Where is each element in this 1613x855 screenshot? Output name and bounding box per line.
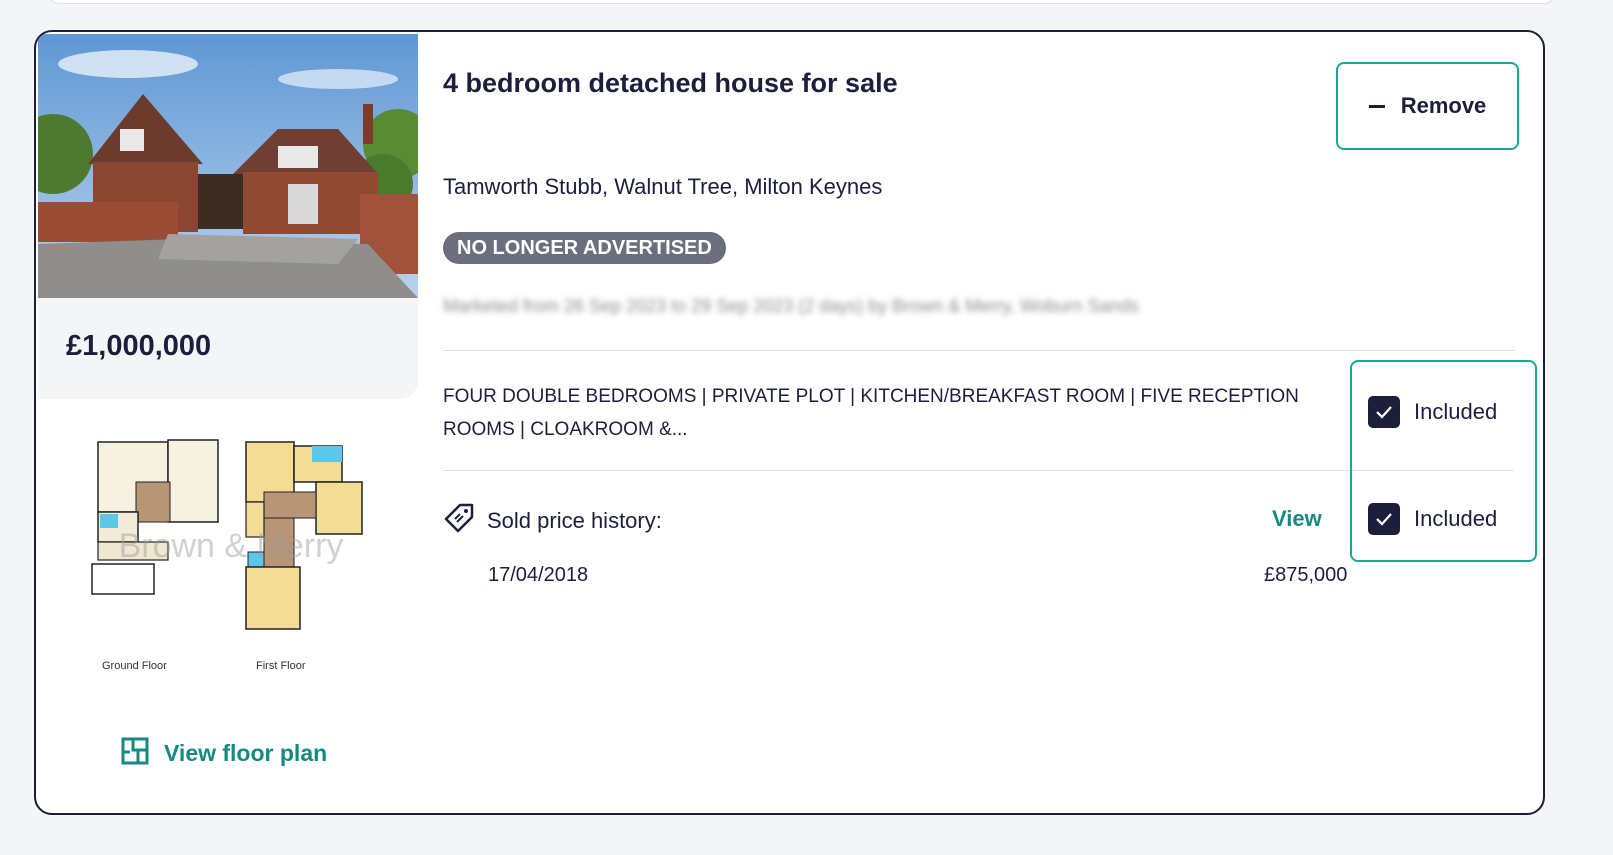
floorplan-disclaimer-line [86, 686, 376, 690]
photo-price-panel: £1,000,000 [38, 34, 418, 399]
property-photo[interactable] [38, 34, 418, 298]
previous-card-edge [48, 0, 1556, 4]
property-card: £1,000,000 Brown & Merry Ground Floor Fi… [34, 30, 1545, 815]
property-price: £1,000,000 [66, 330, 212, 362]
floorplan-image[interactable]: Brown & Merry Ground Floor First Floor [86, 432, 376, 697]
floorplan-icon [120, 736, 150, 771]
floorplan-watermark: Brown & Merry [119, 527, 344, 565]
remove-label: Remove [1400, 93, 1487, 118]
sold-price-history-label: Sold price history: [487, 507, 662, 533]
price-tag-icon [443, 502, 475, 539]
view-floor-plan-link[interactable]: View floor plan [120, 736, 327, 771]
sold-price-history-heading: Sold price history: [443, 502, 662, 539]
check-icon [1368, 503, 1400, 535]
view-floor-plan-label: View floor plan [164, 740, 328, 766]
sold-history-included-checkbox[interactable]: Included [1368, 503, 1497, 535]
marketed-info: Marketed from 26 Sep 2023 to 29 Sep 2023… [443, 296, 1139, 316]
listing-address: Tamworth Stubb, Walnut Tree, Milton Keyn… [443, 174, 883, 199]
included-separator [1352, 470, 1514, 471]
property-media-column: £1,000,000 Brown & Merry Ground Floor Fi… [36, 32, 418, 813]
first-floor-caption: First Floor [256, 660, 306, 672]
sold-history-price: £875,000 [1264, 564, 1348, 586]
sold-history-date: 17/04/2018 [488, 564, 589, 586]
ground-floor-caption: Ground Floor [102, 660, 167, 672]
status-badge: NO LONGER ADVERTISED [443, 232, 726, 264]
features-included-checkbox[interactable]: Included [1368, 396, 1497, 428]
listing-title[interactable]: 4 bedroom detached house for sale [443, 68, 898, 99]
key-features: FOUR DOUBLE BEDROOMS | PRIVATE PLOT | KI… [443, 386, 1299, 440]
remove-button[interactable]: Remove [1336, 62, 1519, 150]
divider [443, 470, 1351, 471]
sold-history-included-label: Included [1414, 506, 1498, 531]
check-icon [1368, 396, 1400, 428]
minus-icon [1368, 104, 1385, 108]
view-sold-history-link[interactable]: View [1272, 506, 1322, 532]
features-included-label: Included [1414, 399, 1498, 424]
divider [443, 350, 1515, 351]
